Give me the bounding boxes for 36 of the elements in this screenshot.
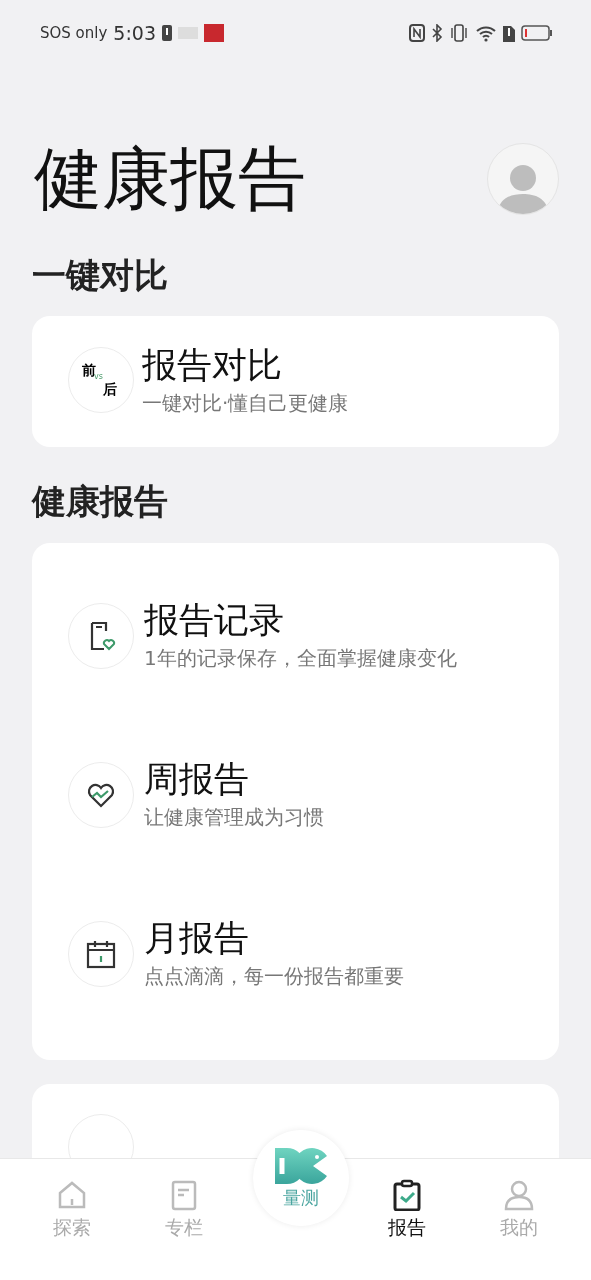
item-title: 周报告 bbox=[144, 758, 250, 801]
item-subtitle: 点点滴滴，每一份报告都重要 bbox=[144, 963, 404, 991]
report-item[interactable]: 月报告 点点滴滴，每一份报告都重要 bbox=[68, 917, 523, 991]
nfc-icon bbox=[409, 24, 425, 42]
badge-text: 后 bbox=[103, 381, 117, 400]
item-title: 月报告 bbox=[144, 917, 250, 960]
vibrate-icon bbox=[449, 24, 469, 42]
item-title: 报告记录 bbox=[144, 599, 285, 642]
person-icon bbox=[503, 1179, 536, 1211]
item-subtitle: 一键对比·懂自己更健康 bbox=[142, 389, 349, 417]
tab-label: 报告 bbox=[388, 1215, 427, 1240]
report-item[interactable]: 周报告 让健康管理成为习惯 bbox=[68, 758, 523, 832]
battery-alert-icon bbox=[162, 25, 173, 41]
logo-text: 量测 bbox=[283, 1186, 319, 1210]
item-subtitle: 1年的记录保存，全面掌握健康变化 bbox=[144, 645, 457, 673]
carrier-text: SOS only bbox=[40, 24, 108, 42]
tab-label: 我的 bbox=[500, 1215, 539, 1240]
sim-alert-icon bbox=[503, 24, 515, 42]
section-title: 健康报告 bbox=[30, 480, 169, 522]
item-subtitle: 让健康管理成为习惯 bbox=[144, 804, 324, 832]
badge-text: 前 bbox=[82, 362, 96, 381]
tab-label: 探索 bbox=[52, 1215, 91, 1240]
page-title: 健康报告 bbox=[34, 142, 306, 217]
badge-text: vs bbox=[94, 372, 103, 382]
logo-icon bbox=[273, 1146, 329, 1186]
clipboard-check-icon bbox=[391, 1179, 424, 1211]
wifi-icon bbox=[475, 24, 497, 42]
section-title: 一键对比 bbox=[31, 254, 169, 296]
tab[interactable]: 报告 bbox=[351, 1159, 464, 1241]
tab-label: 专栏 bbox=[164, 1215, 203, 1240]
status-time: 5:03 bbox=[113, 22, 157, 44]
report-item[interactable]: 报告记录 1年的记录保存，全面掌握健康变化 bbox=[68, 599, 523, 673]
item-title: 报告对比 bbox=[142, 343, 283, 386]
bluetooth-icon bbox=[431, 24, 443, 42]
battery-icon bbox=[521, 24, 553, 42]
app-notification-icon bbox=[204, 24, 225, 42]
